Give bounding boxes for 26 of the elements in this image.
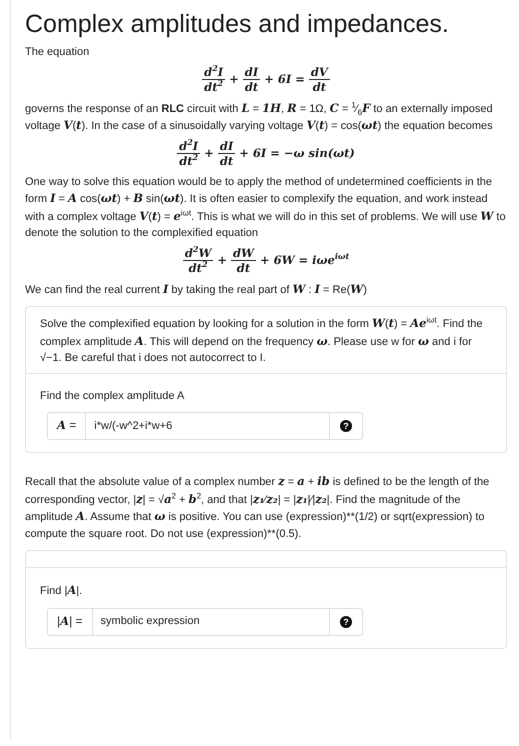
paragraph: governs the response of an RLC circuit with L = 1H, R = 1Ω, C = $^{1}$⁄$_{6}$F to an externally imposed voltage V(t). In the case of a sinusoidally varying voltage V(t) = cos(ωt) the equation becomes <box>25 100 494 134</box>
question-label: Find |A|. <box>40 582 84 599</box>
help-icon[interactable]: ? <box>340 420 352 432</box>
fraction: dI dt <box>218 138 236 168</box>
question-prompt: Solve the complexified equation by looking for a solution in the form W(t) = Ae$^{iωt}$. Find the complex amplitude A. This will depend on the frequency ω. Please use w for ω and i for √−1. Be careful that i does not autocorrect to I. <box>40 315 484 366</box>
fraction: dV dt <box>308 64 330 94</box>
fraction: d$^{2}$I dt$^{2}$ <box>202 64 226 94</box>
equation-text: + <box>204 144 214 162</box>
fraction: d$^{2}$I dt$^{2}$ <box>177 138 200 168</box>
equation-text: + 6I = <box>264 70 305 88</box>
answer-field[interactable]: |A| = symbolic expression ? <box>47 608 363 636</box>
paragraph: We can find the real current I by taking the real part of W : I = Re(W) <box>25 280 368 298</box>
equation-text: + 6W = iωe$^{iωt}$ <box>260 252 350 268</box>
question-label: Find the complex amplitude A <box>40 388 186 404</box>
paragraph: Recall that the absolute value of a complex number z = a + ib is defined to be the length of the corresponding vector, |z| = √a$^{2}$ + b$^{2}$, and that |z₁⁄z₂| = |z₁|⁄|z₂|. Find the magnitude of the amplitude A. Assume that ω is positive. You can use (expression)**(1/2) or sqrt(expression) to compute the square root. Do not use (expression)**(0.5). <box>25 473 490 542</box>
help-icon[interactable]: ? <box>340 616 352 628</box>
fraction: dW dt <box>231 246 256 274</box>
paragraph: The equation <box>25 45 90 60</box>
equation-text: + <box>229 70 239 88</box>
equation-text: + <box>217 252 227 268</box>
equation-text: + 6I = −ω sin(ωt) <box>239 144 355 162</box>
page-title: Complex amplitudes and impedances. <box>25 9 450 40</box>
answer-field[interactable]: A = i*w/(-w^2+i*w+6 ? <box>47 412 363 440</box>
paragraph: One way to solve this equation would be to apply the method of undetermined coefficients in the form I = A cos(ωt) + B sin(ωt). It is often easier to complexify the equation, and work instead with a complex voltage V(t) = e$^{iωt}$. This is what we will do in this set of problems. We will use W to denote the solution to the complexified equation <box>25 174 507 241</box>
fraction: dI dt <box>242 64 260 94</box>
fraction: d$^{2}$W dt$^{2}$ <box>182 246 214 274</box>
